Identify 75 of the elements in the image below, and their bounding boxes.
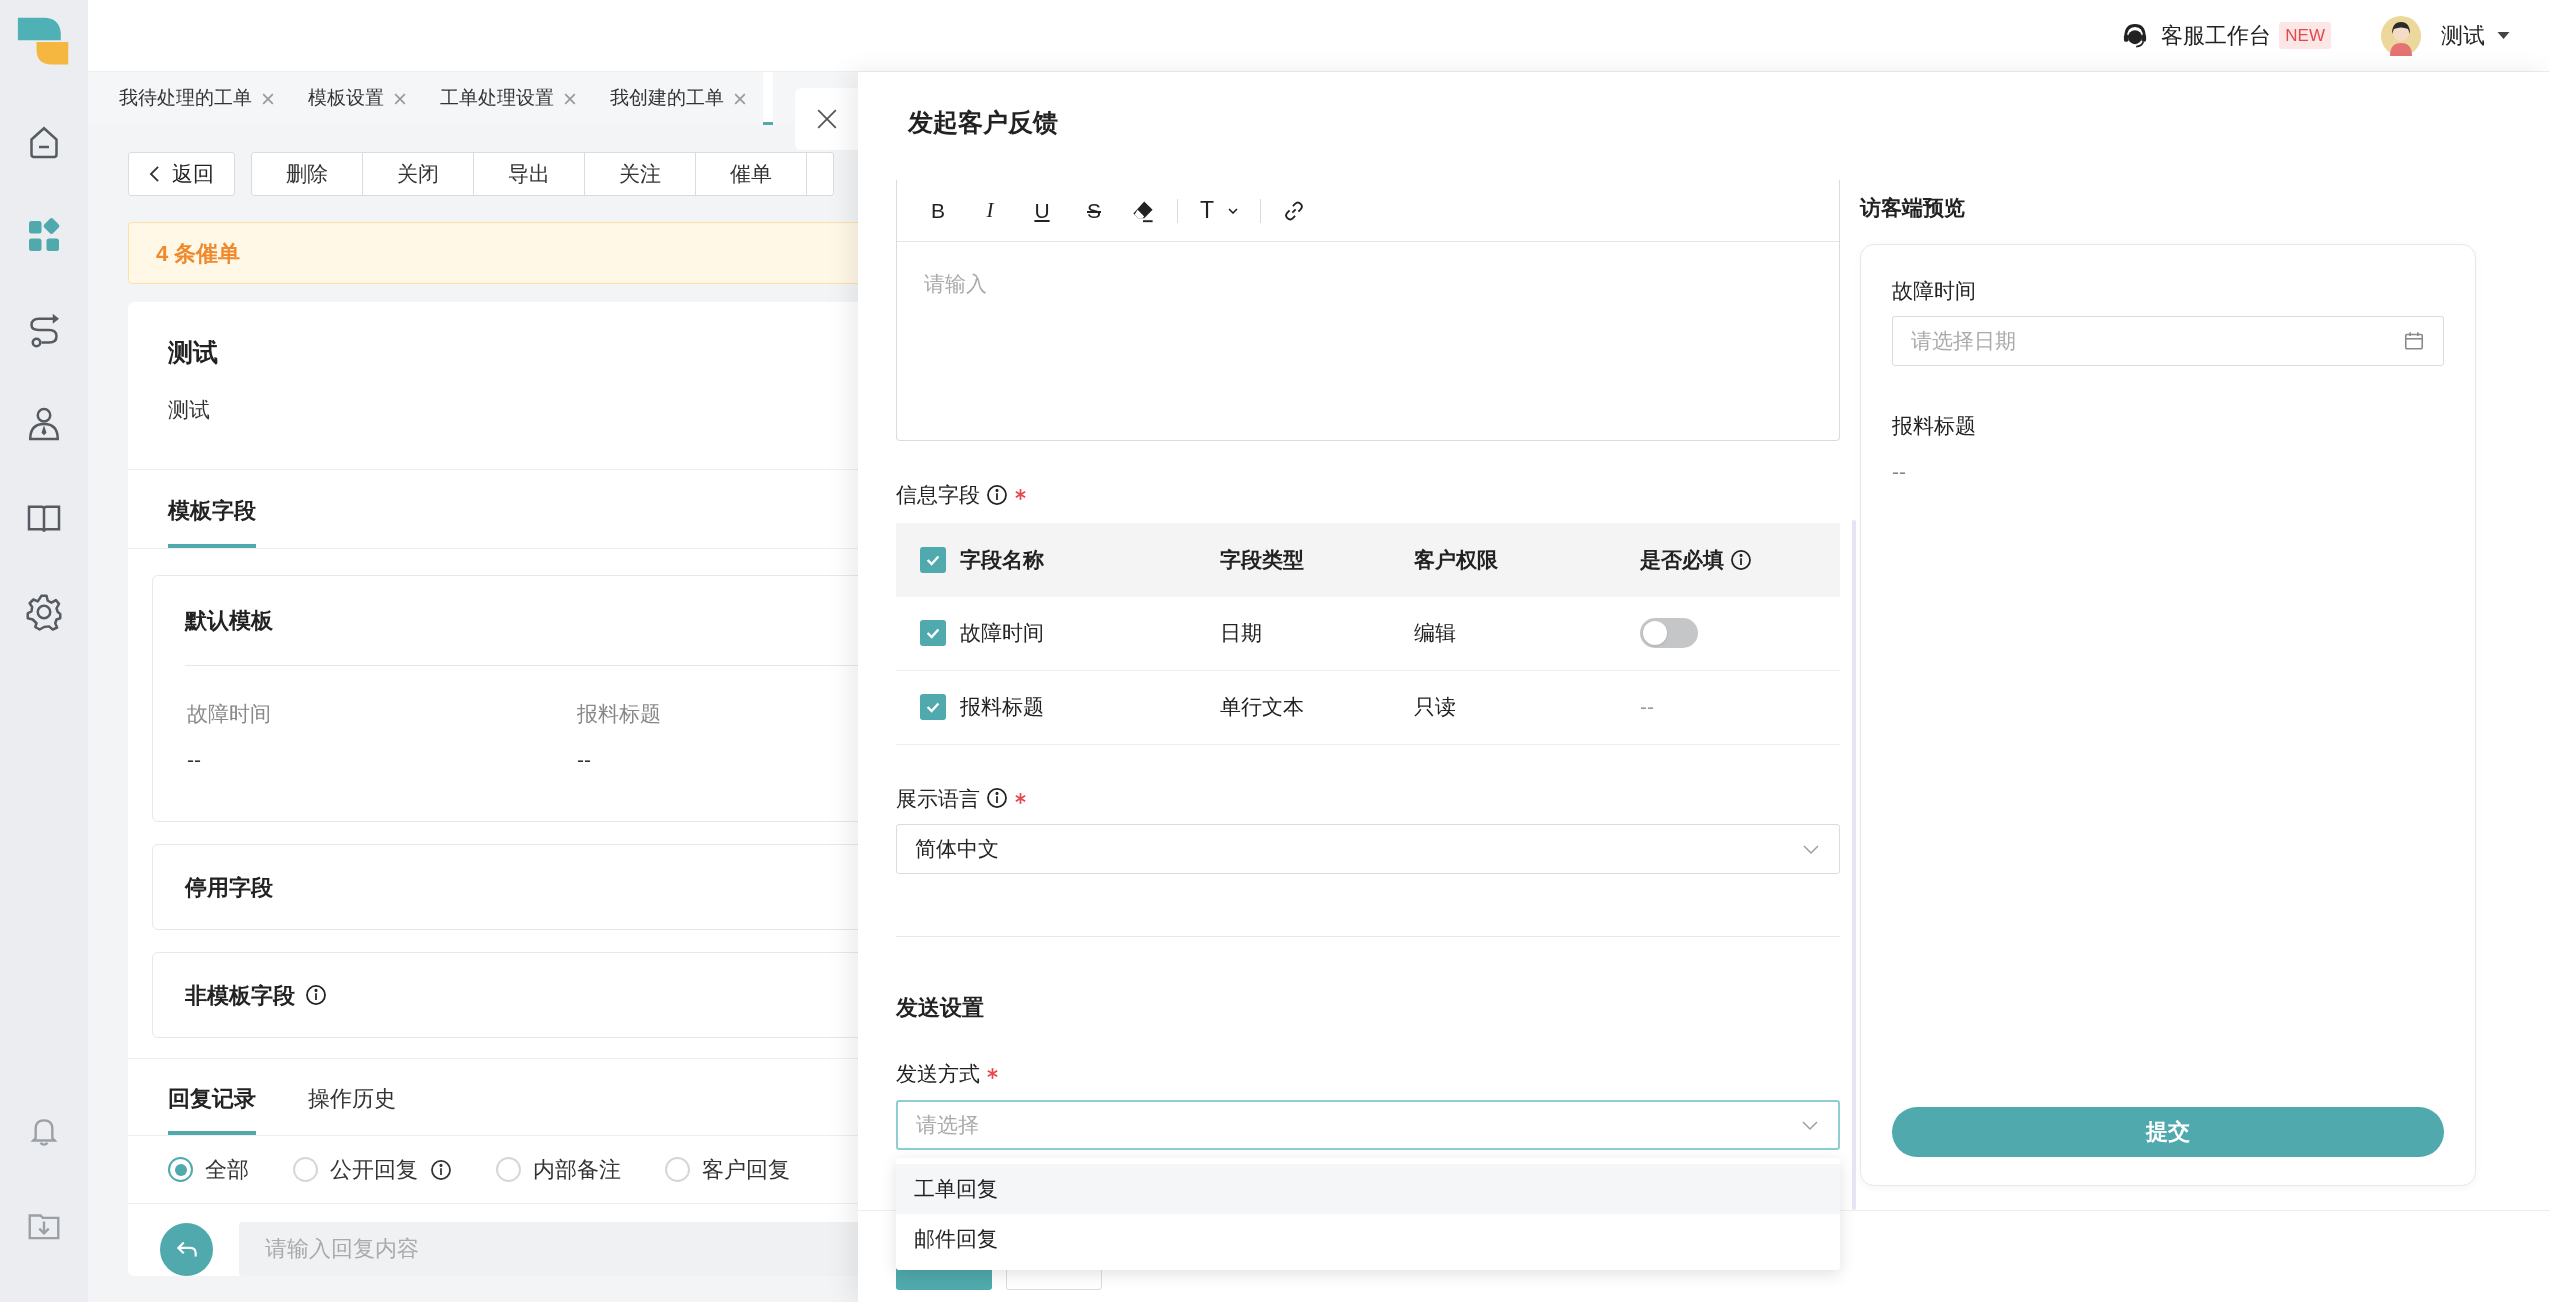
toggle-switch[interactable] (1640, 618, 1698, 648)
column-header: 是否必填 (1640, 546, 1724, 573)
chevron-left-icon (149, 165, 160, 183)
menu-item[interactable]: 工单回复 (896, 1164, 1840, 1214)
new-badge: NEW (2279, 21, 2331, 50)
table-cell: 日期 (1220, 621, 1262, 645)
table-cell: 报料标题 (960, 695, 1044, 719)
info-icon (986, 483, 1008, 506)
language-select[interactable]: 简体中文 (896, 824, 1840, 874)
radio[interactable] (293, 1157, 318, 1182)
info-icon (986, 787, 1008, 810)
field-label: 故障时间 (1892, 277, 1977, 304)
toolbar-button[interactable]: 催单 (696, 153, 807, 195)
tab[interactable]: 我待处理的工单 (102, 72, 291, 125)
calendar-icon (2403, 330, 2425, 352)
settings-icon[interactable] (24, 592, 64, 632)
section-title: 非模板字段 (185, 981, 295, 1010)
workbench-link[interactable]: 客服工作台 (2161, 19, 2272, 52)
radio-option[interactable]: 内部备注 (496, 1153, 621, 1186)
info-icon (305, 984, 327, 1006)
radio-option[interactable]: 客户回复 (665, 1153, 790, 1186)
field-label: 报料标题 (1892, 413, 1977, 439)
preview-title: 访客端预览 (1860, 195, 1966, 221)
user-name[interactable]: 测试 (2441, 19, 2485, 52)
field-label: 故障时间 (187, 701, 271, 727)
ticket-title: 测试 (167, 337, 219, 368)
info-icon (430, 1158, 452, 1181)
table-cell: 只读 (1414, 695, 1456, 719)
drawer-title: 发起客户反馈 (906, 107, 1059, 138)
select-all-checkbox[interactable] (920, 546, 946, 573)
field-label: 信息字段 (896, 482, 980, 508)
column-header: 客户权限 (1414, 546, 1498, 573)
link-icon[interactable] (1283, 199, 1306, 222)
section-title: 发送设置 (896, 994, 985, 1022)
toolbar-button[interactable]: 删除 (252, 153, 363, 195)
tab[interactable]: 操作历史 (308, 1059, 396, 1135)
section-title: 默认模板 (185, 607, 273, 635)
toolbar-button[interactable]: 关闭 (363, 153, 474, 195)
tab[interactable] (763, 72, 773, 125)
radio[interactable] (665, 1157, 690, 1182)
table-cell: 故障时间 (960, 621, 1044, 645)
tab[interactable]: 回复记录 (168, 1059, 256, 1135)
field-value: -- (577, 746, 591, 773)
row-checkbox[interactable] (920, 694, 946, 720)
section-title: 停用字段 (185, 873, 273, 902)
field-label: 发送方式 (896, 1061, 980, 1087)
field-value: -- (1892, 458, 1907, 485)
row-checkbox[interactable] (920, 620, 946, 646)
radio[interactable] (496, 1157, 521, 1182)
close-icon[interactable] (816, 108, 838, 130)
rich-text-editor[interactable]: B I U S T 请输入 (896, 180, 1840, 441)
reply-button[interactable] (160, 1222, 213, 1276)
table-cell: 单行文本 (1220, 695, 1304, 719)
toolbar-button[interactable]: 导出 (474, 153, 585, 195)
column-header: 字段名称 (960, 546, 1044, 573)
info-icon (1730, 548, 1752, 571)
column-header: 字段类型 (1220, 546, 1304, 573)
field-label: 展示语言 (896, 785, 980, 812)
toolbar-button[interactable]: 关注 (585, 153, 696, 195)
tab[interactable]: 模板字段 (168, 470, 256, 548)
caret-icon (1228, 207, 1239, 214)
radio-option[interactable]: 公开回复 (293, 1153, 452, 1186)
radio-option[interactable]: 全部 (168, 1153, 249, 1186)
avatar[interactable] (2381, 15, 2421, 56)
back-button[interactable]: 返回 (128, 152, 235, 196)
caret-icon[interactable] (2497, 31, 2510, 40)
menu-item[interactable]: 邮件回复 (896, 1214, 1840, 1264)
tab[interactable]: 工单处理设置 (423, 72, 593, 125)
tab[interactable]: 我创建的工单 (593, 72, 763, 125)
table-cell: -- (1640, 695, 1654, 719)
radio[interactable] (168, 1157, 193, 1182)
tab[interactable]: 模板设置 (291, 72, 423, 125)
field-value: -- (187, 746, 201, 773)
field-label: 报料标题 (577, 701, 661, 727)
table-cell: 编辑 (1414, 621, 1456, 645)
